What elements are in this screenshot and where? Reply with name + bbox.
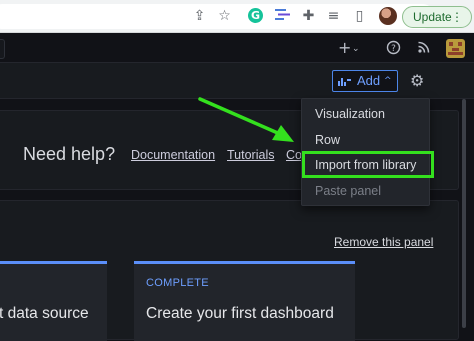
- card-status: COMPLETE: [146, 277, 209, 289]
- menu-item-visualization[interactable]: Visualization: [315, 107, 385, 121]
- search-input[interactable]: [0, 39, 5, 59]
- grafana-top-nav: [0, 33, 474, 63]
- gear-icon[interactable]: ⚙: [410, 73, 424, 89]
- puzzle-icon[interactable]: ✚: [300, 8, 317, 25]
- menu-item-row[interactable]: Row: [315, 133, 340, 147]
- card-title: Create your first dashboard: [146, 305, 334, 322]
- documentation-link[interactable]: Documentation: [131, 148, 215, 162]
- share-icon[interactable]: ⇪: [191, 8, 208, 25]
- update-button[interactable]: Update ⋮: [402, 6, 472, 28]
- card-title: t data source: [0, 305, 89, 322]
- profile-avatar[interactable]: [379, 7, 397, 25]
- plus-icon[interactable]: +: [338, 40, 351, 56]
- bookmark-star-icon[interactable]: ☆: [216, 8, 233, 25]
- help-icon[interactable]: ?: [386, 40, 401, 59]
- add-button[interactable]: Add ^: [332, 70, 398, 92]
- extension-icon[interactable]: [274, 8, 291, 25]
- help-title: Need help?: [23, 144, 116, 164]
- menu-item-paste-panel: Paste panel: [315, 184, 382, 198]
- setup-card-dashboard[interactable]: [134, 261, 355, 341]
- rss-icon[interactable]: [417, 40, 431, 58]
- highlight-box: [302, 151, 434, 178]
- svg-text:?: ?: [391, 44, 396, 54]
- scrollbar[interactable]: [462, 99, 466, 328]
- add-button-label: Add: [357, 73, 381, 88]
- remove-panel-link[interactable]: Remove this panel: [334, 235, 433, 249]
- tutorials-link[interactable]: Tutorials: [227, 148, 274, 162]
- annotation-arrow-icon: [198, 97, 294, 142]
- chevron-down-icon[interactable]: ⌄: [352, 41, 360, 57]
- browser-toolbar: ⇪ ☆ G ✚ ≡ ▯ Update ⋮: [0, 0, 474, 33]
- user-avatar[interactable]: [446, 39, 465, 58]
- add-panel-icon: [338, 77, 352, 86]
- reading-list-icon[interactable]: ≡: [325, 8, 342, 25]
- kebab-menu-icon: ⋮: [451, 10, 463, 24]
- grammarly-icon[interactable]: G: [248, 8, 263, 23]
- community-link[interactable]: Co: [286, 148, 302, 162]
- setup-card-data-source[interactable]: [0, 261, 107, 341]
- sidebar-icon[interactable]: ▯: [351, 8, 368, 25]
- chevron-up-icon: ^: [384, 76, 392, 86]
